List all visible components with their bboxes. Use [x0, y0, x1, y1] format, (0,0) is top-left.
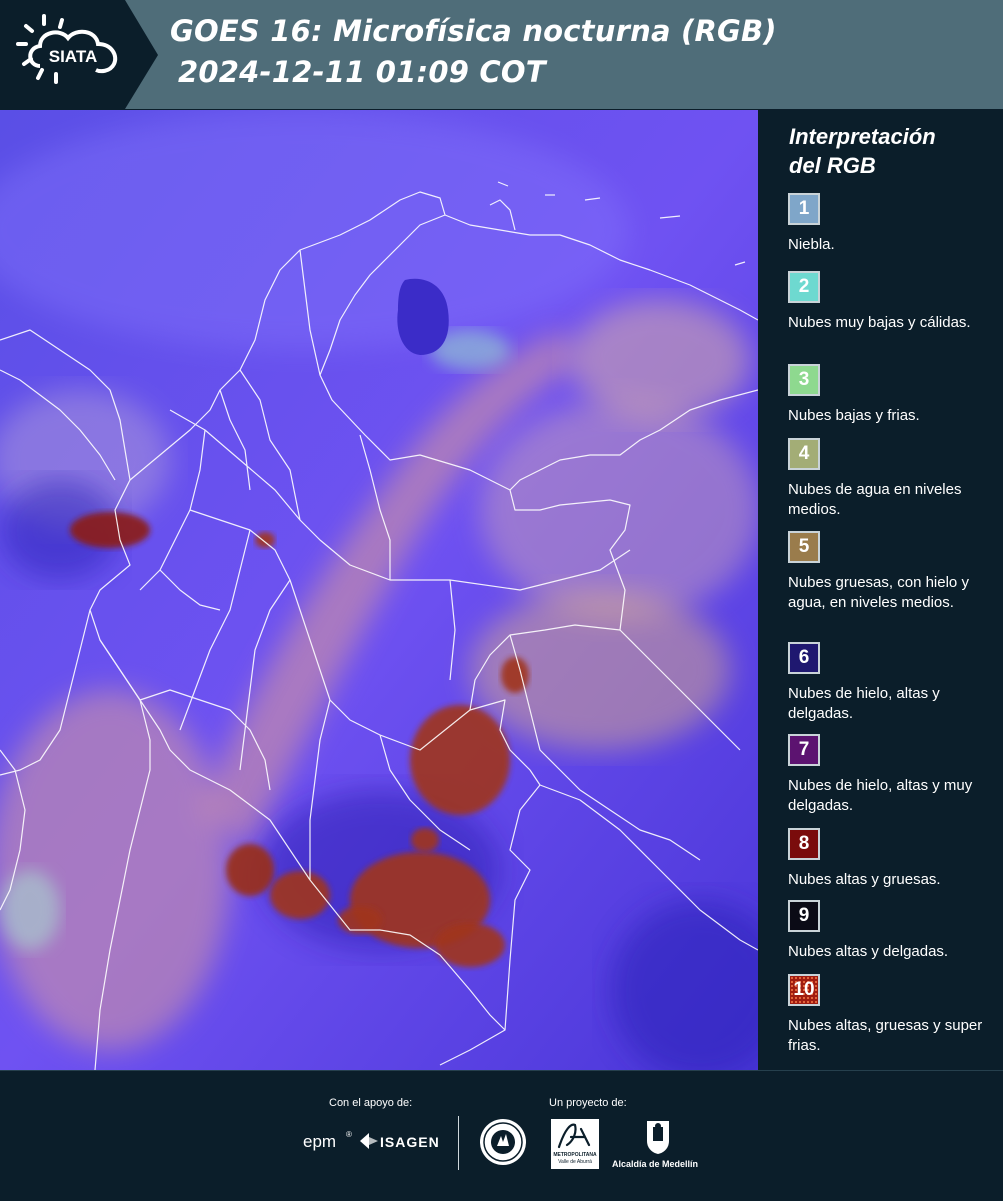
- legend-label: Nubes de hielo, altas y delgadas.: [788, 685, 940, 722]
- satellite-image: [0, 110, 758, 1070]
- legend-label: Nubes altas, gruesas y super frias.: [788, 1017, 983, 1054]
- medellin-crest-icon: [645, 1119, 671, 1155]
- isagen-logo: ISAGEN: [380, 1134, 440, 1150]
- legend-item-4: 4 Nubes de agua en niveles medios.: [788, 438, 993, 520]
- seal-logo: [479, 1118, 527, 1166]
- rgb-legend: Interpretación del RGB 1 Niebla. 2 Nubes…: [770, 110, 1003, 1070]
- medellin-logo-text: Alcaldía de Medellín: [612, 1159, 699, 1169]
- satellite-map[interactable]: [0, 110, 758, 1070]
- legend-swatch: 7: [788, 734, 820, 766]
- project-label: Un proyecto de:: [549, 1097, 627, 1109]
- legend-swatch: 9: [788, 900, 820, 932]
- legend-swatch: 5: [788, 531, 820, 563]
- legend-item-3: 3 Nubes bajas y frias.: [788, 364, 993, 426]
- legend-item-2: 2 Nubes muy bajas y cálidas.: [788, 271, 993, 333]
- epm-logo: epm: [303, 1132, 337, 1151]
- legend-item-5: 5 Nubes gruesas, con hielo y agua, en ni…: [788, 531, 993, 613]
- timestamp: 2024-12-11 01:09 COT: [178, 55, 546, 89]
- legend-item-10: 10 Nubes altas, gruesas y super frias.: [788, 974, 993, 1056]
- legend-label: Nubes bajas y frias.: [788, 407, 920, 424]
- legend-label: Nubes muy bajas y cálidas.: [788, 314, 971, 331]
- support-label: Con el apoyo de:: [329, 1097, 413, 1109]
- legend-swatch: 2: [788, 271, 820, 303]
- registered-icon: ®: [346, 1130, 352, 1139]
- legend-label: Nubes altas y gruesas.: [788, 871, 941, 888]
- legend-label: Niebla.: [788, 236, 835, 253]
- legend-swatch: 3: [788, 364, 820, 396]
- legend-swatch: 4: [788, 438, 820, 470]
- header-bar: SIATA GOES 16: Microfísica nocturna (RGB…: [0, 0, 1003, 109]
- page-title: GOES 16: Microfísica nocturna (RGB): [170, 14, 777, 48]
- legend-label: Nubes de agua en niveles medios.: [788, 481, 962, 518]
- legend-label: Nubes de hielo, altas y muy delgadas.: [788, 777, 973, 814]
- legend-item-1: 1 Niebla.: [788, 193, 993, 255]
- siata-logo: SIATA: [0, 0, 158, 109]
- legend-title: Interpretación del RGB: [789, 124, 936, 178]
- isagen-icon: [360, 1133, 378, 1149]
- legend-label: Nubes altas y delgadas.: [788, 943, 949, 960]
- footer-divider: [458, 1116, 459, 1170]
- legend-item-6: 6 Nubes de hielo, altas y delgadas.: [788, 642, 993, 724]
- legend-swatch: 6: [788, 642, 820, 674]
- legend-item-9: 9 Nubes altas y delgadas.: [788, 900, 993, 962]
- legend-swatch: 10: [788, 974, 820, 1006]
- area-metropolitana-logo: METROPOLITANA Valle de Aburrá: [551, 1119, 599, 1169]
- legend-swatch: 8: [788, 828, 820, 860]
- legend-item-7: 7 Nubes de hielo, altas y muy delgadas.: [788, 734, 993, 816]
- logo-text: SIATA: [49, 47, 97, 66]
- legend-label: Nubes gruesas, con hielo y agua, en nive…: [788, 574, 969, 611]
- legend-swatch: 1: [788, 193, 820, 225]
- legend-item-8: 8 Nubes altas y gruesas.: [788, 828, 993, 890]
